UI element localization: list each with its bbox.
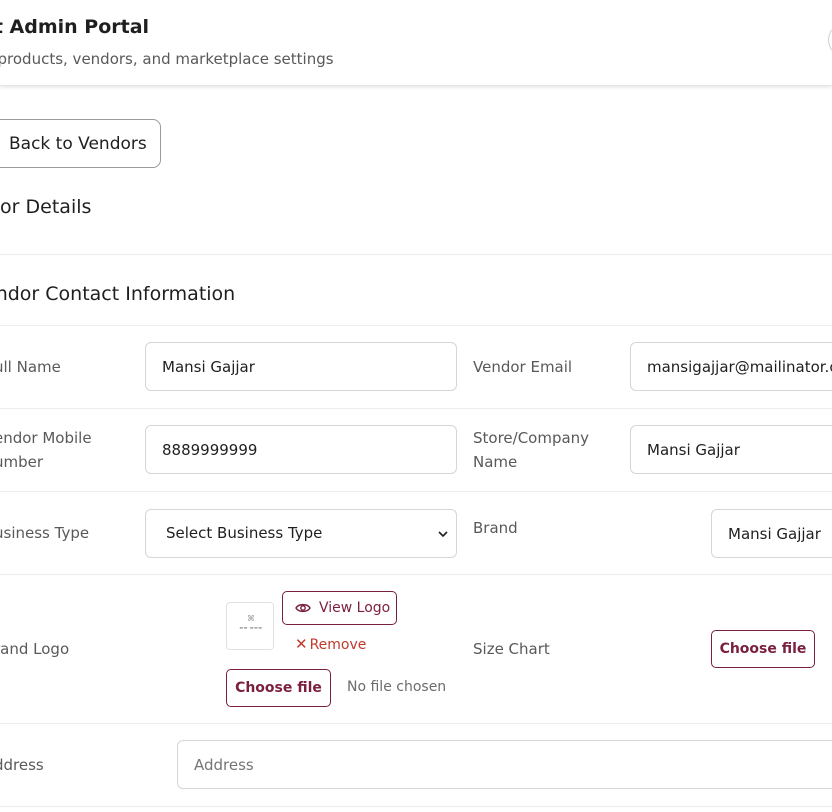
brand-input[interactable] [711, 509, 832, 558]
brand-logo-thumbnail: ⌘ ▬▬ ▬▬▬ [226, 602, 274, 650]
full-name-label: ull Name [0, 358, 61, 376]
brand-logo-choose-file-button[interactable]: Choose file [226, 669, 331, 707]
size-chart-label: Size Chart [473, 640, 550, 658]
brand-label: Brand [473, 519, 518, 537]
brand-logo-mark: ⌘ [247, 614, 255, 623]
close-icon: ✕ [295, 635, 308, 653]
divider [0, 806, 832, 807]
vendor-mobile-input[interactable] [145, 425, 457, 474]
vendor-mobile-label: endor Mobile umber [0, 429, 92, 471]
view-logo-button[interactable]: View Logo [282, 591, 397, 625]
remove-logo-button[interactable]: ✕ Remove [295, 635, 366, 653]
store-company-label: Store/Company Name [473, 429, 590, 471]
full-name-input[interactable] [145, 342, 457, 391]
eye-icon [295, 603, 311, 613]
section-heading: dor Details [0, 196, 92, 218]
page-subtitle: ge products, vendors, and marketplace se… [0, 50, 334, 68]
brand-logo-file-status: No file chosen [347, 679, 447, 695]
business-type-label: usiness Type [0, 524, 90, 542]
address-input[interactable] [177, 740, 832, 789]
avatar[interactable] [828, 23, 832, 57]
brand-logo-label: rand Logo [0, 640, 70, 658]
card-title: endor Contact Information [0, 283, 236, 305]
vendor-email-input[interactable] [630, 342, 832, 391]
store-company-input[interactable] [630, 425, 832, 474]
vendor-email-label: Vendor Email [473, 358, 573, 376]
page-title: ist Admin Portal [0, 16, 150, 38]
divider [0, 723, 832, 724]
business-type-select[interactable]: Select Business Type [145, 509, 457, 558]
business-type-selected: Select Business Type [166, 524, 323, 542]
divider [0, 491, 832, 492]
view-logo-label: View Logo [319, 600, 391, 616]
remove-logo-label: Remove [309, 637, 367, 653]
divider [0, 574, 832, 575]
divider [0, 408, 832, 409]
app-header: ist Admin Portal ge products, vendors, a… [0, 0, 832, 86]
chevron-down-icon [438, 531, 448, 538]
divider [0, 254, 832, 255]
back-to-vendors-button[interactable]: Back to Vendors [0, 119, 161, 168]
address-label: ddress [0, 756, 44, 774]
divider [0, 325, 832, 326]
size-chart-choose-file-button[interactable]: Choose file [711, 630, 815, 668]
brand-logo-image: ▬▬ ▬▬▬ [239, 625, 263, 630]
